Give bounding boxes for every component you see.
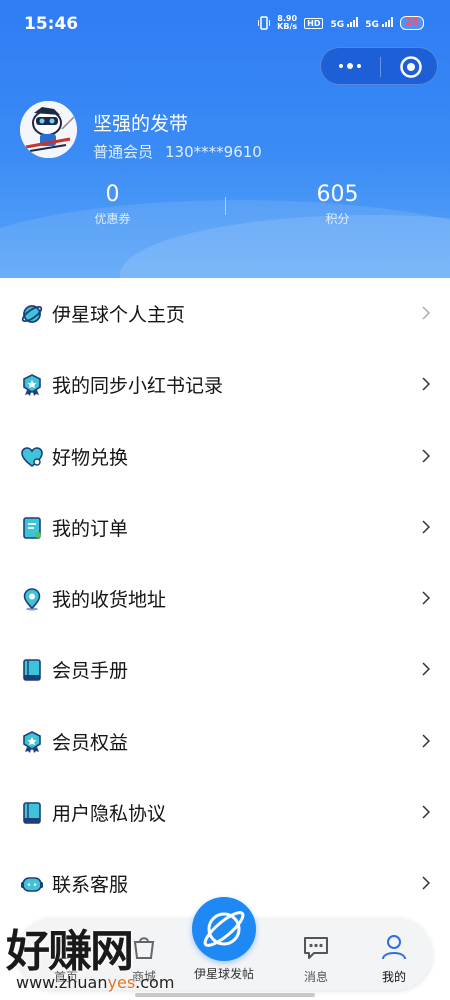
more-dots-icon[interactable] [337,58,373,76]
tab-mine[interactable]: 我的 [358,928,430,985]
menu-list: 伊星球个人主页 我的同步小红书记录 好物兑换 我的订单 我的收货地址 会员手册 … [0,278,450,920]
coupons-value: 0 [105,182,120,207]
chevron-right-icon [422,591,430,605]
coupons-label: 优惠券 [94,212,131,226]
menu-item-label: 联系客服 [52,874,129,897]
chevron-right-icon [422,306,430,320]
points-stat[interactable]: 605 积分 [225,182,450,227]
sim1-signal: 5G [330,16,359,30]
capsule-divider [380,57,381,77]
home-icon [54,935,78,959]
status-icons: 8.90 KB/s HD 5G 5G 28 [258,15,424,31]
tab-label: 我的 [381,970,406,984]
message-icon [304,937,328,959]
member-phone: 130****9610 [165,143,262,161]
chevron-right-icon [422,377,430,391]
menu-item-privacy-agreement[interactable]: 用户隐私协议 [0,777,450,848]
badge-star-icon [23,730,41,753]
menu-item-personal-homepage[interactable]: 伊星球个人主页 [0,278,450,349]
avatar-image [20,101,77,158]
menu-item-label: 我的同步小红书记录 [52,375,224,398]
post-button[interactable] [192,897,256,961]
chevron-right-icon [422,520,430,534]
order-doc-icon [23,517,41,539]
username: 坚强的发带 [93,113,189,135]
sim2-label: 5G [365,19,379,30]
member-level: 普通会员 [93,143,154,161]
menu-item-shipping-address[interactable]: 我的收货地址 [0,563,450,634]
sim1-label: 5G [330,19,345,30]
menu-item-member-benefits[interactable]: 会员权益 [0,706,450,777]
avatar[interactable] [20,101,77,158]
signal-bars-icon [347,16,359,27]
tab-label: 消息 [303,970,328,984]
tab-label: 首页 [53,970,78,984]
book-icon [23,802,41,824]
book-icon [23,659,41,682]
menu-item-goods-exchange[interactable]: 好物兑换 [0,421,450,492]
badge-star-icon [23,374,41,397]
home-indicator[interactable] [135,993,315,997]
menu-item-label: 伊星球个人主页 [52,304,186,326]
signal-bars-icon [382,16,394,27]
miniprogram-capsule [320,47,438,85]
coupons-stat[interactable]: 0 优惠券 [0,182,225,227]
menu-item-label: 我的订单 [52,517,129,540]
chevron-right-icon [422,876,430,890]
target-close-icon[interactable] [399,55,423,79]
hd-badge: HD [304,17,324,29]
status-bar: 15:46 8.90 KB/s HD 5G 5G 28 [0,0,450,48]
location-pin-icon [23,588,41,611]
menu-item-xiaohongshu-records[interactable]: 我的同步小红书记录 [0,349,450,420]
tab-shop[interactable]: 商城 [108,928,180,985]
sim2-signal: 5G [365,16,394,30]
menu-item-member-handbook[interactable]: 会员手册 [0,634,450,705]
menu-item-label: 会员手册 [52,660,129,683]
menu-item-label: 好物兑换 [52,446,129,469]
menu-item-label: 用户隐私协议 [52,803,167,826]
tab-label: 商城 [131,970,156,984]
heart-icon [21,446,43,467]
chevron-right-icon [422,662,430,677]
net-speed-unit: KB/s [277,22,298,31]
menu-item-label: 我的收货地址 [52,589,167,612]
chevron-right-icon [422,805,430,819]
vibrate-icon [258,16,271,30]
tab-messages[interactable]: 消息 [280,928,352,985]
chevron-right-icon [422,734,430,748]
planet-icon [21,305,43,323]
headset-icon [21,877,43,893]
post-label: 伊星球发帖 [193,967,254,981]
shop-icon [133,937,155,959]
menu-item-my-orders[interactable]: 我的订单 [0,492,450,563]
menu-item-label: 会员权益 [52,731,129,754]
points-label: 积分 [325,212,350,226]
tab-home[interactable]: 首页 [30,928,102,985]
chevron-right-icon [422,449,430,463]
member-info: 普通会员 130****9610 [93,141,262,162]
points-value: 605 [316,182,359,207]
battery-icon: 28 [400,16,424,30]
status-time: 15:46 [24,14,79,34]
net-speed: 8.90 KB/s [277,15,297,31]
user-icon [382,935,406,960]
battery-level: 28 [405,17,419,28]
planet-icon [203,911,245,947]
